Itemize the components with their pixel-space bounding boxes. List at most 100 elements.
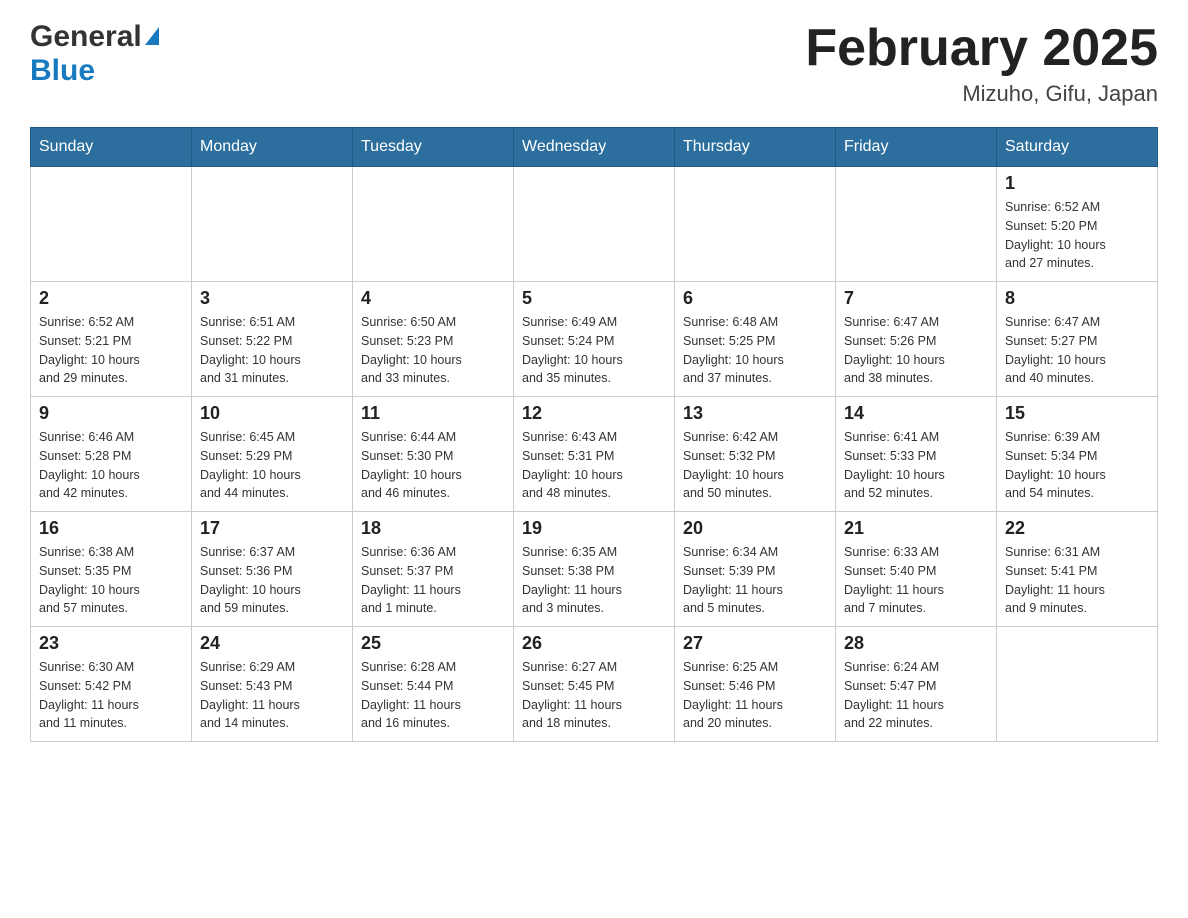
day-number: 3 bbox=[200, 288, 344, 309]
calendar-cell: 13 Sunrise: 6:42 AM Sunset: 5:32 PM Dayli… bbox=[675, 397, 836, 512]
weekday-header-sunday: Sunday bbox=[31, 128, 192, 167]
day-number: 11 bbox=[361, 403, 505, 424]
calendar-cell: 16Sunrise: 6:38 AM Sunset: 5:35 PM Dayli… bbox=[31, 512, 192, 627]
day-number: 15 bbox=[1005, 403, 1149, 424]
day-info: Sunrise: 6:28 AM Sunset: 5:44 PM Dayligh… bbox=[361, 658, 505, 733]
month-title: February 2025 bbox=[805, 20, 1158, 77]
day-info: Sunrise: 6:52 AM Sunset: 5:20 PM Dayligh… bbox=[1005, 198, 1149, 273]
day-number: 17 bbox=[200, 518, 344, 539]
day-info: Sunrise: 6:41 AM Sunset: 5:33 PM Dayligh… bbox=[844, 428, 988, 503]
day-info: Sunrise: 6:46 AM Sunset: 5:28 PM Dayligh… bbox=[39, 428, 183, 503]
day-number: 26 bbox=[522, 633, 666, 654]
calendar-cell bbox=[31, 167, 192, 282]
calendar-cell bbox=[836, 167, 997, 282]
calendar-cell bbox=[514, 167, 675, 282]
calendar-cell bbox=[675, 167, 836, 282]
day-number: 16 bbox=[39, 518, 183, 539]
calendar-cell: 10 Sunrise: 6:45 AM Sunset: 5:29 PM Dayli… bbox=[192, 397, 353, 512]
calendar-cell: 11 Sunrise: 6:44 AM Sunset: 5:30 PM Dayli… bbox=[353, 397, 514, 512]
day-info: Sunrise: 6:34 AM Sunset: 5:39 PM Dayligh… bbox=[683, 543, 827, 618]
logo: General Blue bbox=[30, 20, 159, 88]
location-title: Mizuho, Gifu, Japan bbox=[805, 81, 1158, 107]
day-number: 18 bbox=[361, 518, 505, 539]
calendar-week-3: 9 Sunrise: 6:46 AM Sunset: 5:28 PM Daylig… bbox=[31, 397, 1158, 512]
day-info: Sunrise: 6:43 AM Sunset: 5:31 PM Dayligh… bbox=[522, 428, 666, 503]
day-info: Sunrise: 6:33 AM Sunset: 5:40 PM Dayligh… bbox=[844, 543, 988, 618]
day-number: 13 bbox=[683, 403, 827, 424]
calendar-week-4: 16Sunrise: 6:38 AM Sunset: 5:35 PM Dayli… bbox=[31, 512, 1158, 627]
day-number: 27 bbox=[683, 633, 827, 654]
day-info: Sunrise: 6:52 AM Sunset: 5:21 PM Dayligh… bbox=[39, 313, 183, 388]
calendar-cell: 5 Sunrise: 6:49 AM Sunset: 5:24 PM Daylig… bbox=[514, 282, 675, 397]
weekday-header-friday: Friday bbox=[836, 128, 997, 167]
day-info: Sunrise: 6:45 AM Sunset: 5:29 PM Dayligh… bbox=[200, 428, 344, 503]
day-number: 9 bbox=[39, 403, 183, 424]
day-info: Sunrise: 6:37 AM Sunset: 5:36 PM Dayligh… bbox=[200, 543, 344, 618]
day-number: 25 bbox=[361, 633, 505, 654]
day-number: 28 bbox=[844, 633, 988, 654]
calendar-cell: 7Sunrise: 6:47 AM Sunset: 5:26 PM Daylig… bbox=[836, 282, 997, 397]
calendar-cell: 18 Sunrise: 6:36 AM Sunset: 5:37 PM Dayli… bbox=[353, 512, 514, 627]
calendar-cell: 17 Sunrise: 6:37 AM Sunset: 5:36 PM Dayli… bbox=[192, 512, 353, 627]
day-info: Sunrise: 6:30 AM Sunset: 5:42 PM Dayligh… bbox=[39, 658, 183, 733]
day-info: Sunrise: 6:48 AM Sunset: 5:25 PM Dayligh… bbox=[683, 313, 827, 388]
day-number: 22 bbox=[1005, 518, 1149, 539]
weekday-header-tuesday: Tuesday bbox=[353, 128, 514, 167]
day-number: 20 bbox=[683, 518, 827, 539]
calendar-cell: 20 Sunrise: 6:34 AM Sunset: 5:39 PM Dayli… bbox=[675, 512, 836, 627]
calendar-cell: 27 Sunrise: 6:25 AM Sunset: 5:46 PM Dayli… bbox=[675, 627, 836, 742]
calendar-week-2: 2 Sunrise: 6:52 AM Sunset: 5:21 PM Daylig… bbox=[31, 282, 1158, 397]
calendar-cell: 28 Sunrise: 6:24 AM Sunset: 5:47 PM Dayli… bbox=[836, 627, 997, 742]
calendar-cell: 9 Sunrise: 6:46 AM Sunset: 5:28 PM Daylig… bbox=[31, 397, 192, 512]
calendar-cell: 12Sunrise: 6:43 AM Sunset: 5:31 PM Dayli… bbox=[514, 397, 675, 512]
day-number: 24 bbox=[200, 633, 344, 654]
calendar-cell: 4Sunrise: 6:50 AM Sunset: 5:23 PM Daylig… bbox=[353, 282, 514, 397]
day-info: Sunrise: 6:36 AM Sunset: 5:37 PM Dayligh… bbox=[361, 543, 505, 618]
calendar-cell: 23 Sunrise: 6:30 AM Sunset: 5:42 PM Dayli… bbox=[31, 627, 192, 742]
weekday-header-row: SundayMondayTuesdayWednesdayThursdayFrid… bbox=[31, 128, 1158, 167]
page-header: General Blue February 2025 Mizuho, Gifu,… bbox=[30, 20, 1158, 107]
calendar-cell bbox=[192, 167, 353, 282]
day-number: 8 bbox=[1005, 288, 1149, 309]
day-info: Sunrise: 6:25 AM Sunset: 5:46 PM Dayligh… bbox=[683, 658, 827, 733]
calendar-table: SundayMondayTuesdayWednesdayThursdayFrid… bbox=[30, 127, 1158, 742]
logo-general-text: General bbox=[30, 20, 142, 54]
weekday-header-saturday: Saturday bbox=[997, 128, 1158, 167]
day-info: Sunrise: 6:47 AM Sunset: 5:26 PM Dayligh… bbox=[844, 313, 988, 388]
calendar-cell: 22Sunrise: 6:31 AM Sunset: 5:41 PM Dayli… bbox=[997, 512, 1158, 627]
calendar-cell: 26 Sunrise: 6:27 AM Sunset: 5:45 PM Dayli… bbox=[514, 627, 675, 742]
day-info: Sunrise: 6:44 AM Sunset: 5:30 PM Dayligh… bbox=[361, 428, 505, 503]
calendar-cell: 1 Sunrise: 6:52 AM Sunset: 5:20 PM Daylig… bbox=[997, 167, 1158, 282]
day-number: 23 bbox=[39, 633, 183, 654]
day-number: 5 bbox=[522, 288, 666, 309]
calendar-cell: 14 Sunrise: 6:41 AM Sunset: 5:33 PM Dayli… bbox=[836, 397, 997, 512]
calendar-cell: 8 Sunrise: 6:47 AM Sunset: 5:27 PM Daylig… bbox=[997, 282, 1158, 397]
calendar-week-5: 23 Sunrise: 6:30 AM Sunset: 5:42 PM Dayli… bbox=[31, 627, 1158, 742]
day-info: Sunrise: 6:42 AM Sunset: 5:32 PM Dayligh… bbox=[683, 428, 827, 503]
calendar-cell bbox=[997, 627, 1158, 742]
day-info: Sunrise: 6:29 AM Sunset: 5:43 PM Dayligh… bbox=[200, 658, 344, 733]
weekday-header-wednesday: Wednesday bbox=[514, 128, 675, 167]
calendar-cell: 21 Sunrise: 6:33 AM Sunset: 5:40 PM Dayli… bbox=[836, 512, 997, 627]
day-number: 10 bbox=[200, 403, 344, 424]
day-info: Sunrise: 6:27 AM Sunset: 5:45 PM Dayligh… bbox=[522, 658, 666, 733]
calendar-cell: 2 Sunrise: 6:52 AM Sunset: 5:21 PM Daylig… bbox=[31, 282, 192, 397]
calendar-cell: 24 Sunrise: 6:29 AM Sunset: 5:43 PM Dayli… bbox=[192, 627, 353, 742]
day-info: Sunrise: 6:51 AM Sunset: 5:22 PM Dayligh… bbox=[200, 313, 344, 388]
day-info: Sunrise: 6:47 AM Sunset: 5:27 PM Dayligh… bbox=[1005, 313, 1149, 388]
weekday-header-monday: Monday bbox=[192, 128, 353, 167]
day-info: Sunrise: 6:39 AM Sunset: 5:34 PM Dayligh… bbox=[1005, 428, 1149, 503]
calendar-week-1: 1 Sunrise: 6:52 AM Sunset: 5:20 PM Daylig… bbox=[31, 167, 1158, 282]
day-number: 2 bbox=[39, 288, 183, 309]
day-info: Sunrise: 6:24 AM Sunset: 5:47 PM Dayligh… bbox=[844, 658, 988, 733]
day-number: 1 bbox=[1005, 173, 1149, 194]
calendar-cell: 3 Sunrise: 6:51 AM Sunset: 5:22 PM Daylig… bbox=[192, 282, 353, 397]
calendar-cell: 25 Sunrise: 6:28 AM Sunset: 5:44 PM Dayli… bbox=[353, 627, 514, 742]
day-info: Sunrise: 6:49 AM Sunset: 5:24 PM Dayligh… bbox=[522, 313, 666, 388]
logo-blue-text: Blue bbox=[30, 54, 95, 87]
day-number: 19 bbox=[522, 518, 666, 539]
day-number: 6 bbox=[683, 288, 827, 309]
day-number: 14 bbox=[844, 403, 988, 424]
day-info: Sunrise: 6:50 AM Sunset: 5:23 PM Dayligh… bbox=[361, 313, 505, 388]
day-number: 21 bbox=[844, 518, 988, 539]
